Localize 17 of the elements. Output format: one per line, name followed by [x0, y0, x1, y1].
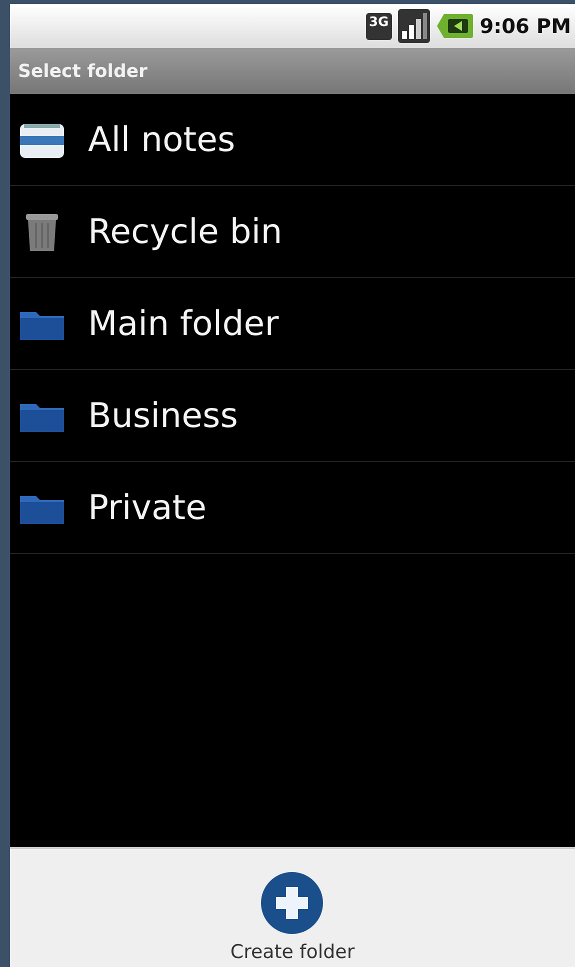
- folder-label: Main folder: [88, 304, 279, 344]
- folder-label: Recycle bin: [88, 212, 282, 252]
- folder-item[interactable]: Private: [10, 462, 575, 554]
- folder-item[interactable]: Recycle bin: [10, 186, 575, 278]
- create-folder-button[interactable]: Create folder: [230, 871, 355, 967]
- battery-icon: [436, 13, 474, 39]
- folder-item[interactable]: Business: [10, 370, 575, 462]
- add-icon: [260, 871, 324, 935]
- network-type-icon: 3G: [366, 12, 392, 40]
- folder-item[interactable]: Main folder: [10, 278, 575, 370]
- folder-label: All notes: [88, 120, 236, 160]
- folder-item[interactable]: All notes: [10, 94, 575, 186]
- folder-label: Private: [88, 488, 207, 528]
- clock-time: 9:06 PM: [480, 14, 571, 38]
- folder-label: Business: [88, 396, 238, 436]
- signal-icon: [398, 9, 430, 43]
- dialog-title: Select folder: [18, 60, 148, 82]
